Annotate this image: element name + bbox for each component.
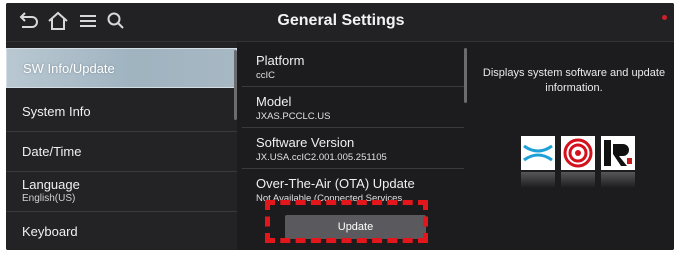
sidebar-item-label: Language (22, 177, 80, 192)
home-icon[interactable] (44, 7, 72, 35)
sidebar-item-label: SW Info/Update (23, 61, 115, 76)
red-dot-award-logo (561, 136, 595, 170)
settings-sidebar: SW Info/Update System Info Date/Time Lan… (6, 42, 237, 250)
info-row-platform: Platform ccIC (242, 48, 464, 87)
sidebar-item-sw-info-update[interactable]: SW Info/Update (6, 48, 237, 88)
info-label: Model (256, 94, 292, 109)
info-value: JXAS.PCCLC.US (256, 111, 331, 122)
info-row-model: Model JXAS.PCCLC.US (242, 89, 464, 128)
info-label: Software Version (256, 135, 355, 150)
info-value: JX.USA.ccIC2.001.005.251105 (256, 152, 387, 163)
sidebar-item-label: System Info (22, 104, 91, 119)
top-bar: General Settings (6, 3, 674, 42)
sidebar-item-label: Keyboard (22, 224, 78, 239)
info-label: Over-The-Air (OTA) Update (256, 176, 415, 191)
info-row-software-version: Software Version JX.USA.ccIC2.001.005.25… (242, 130, 464, 169)
sidebar-item-date-time[interactable]: Date/Time (6, 132, 237, 172)
sidebar-item-keyboard[interactable]: Keyboard (6, 212, 237, 250)
sidebar-item-system-info[interactable]: System Info (6, 92, 237, 132)
search-icon[interactable] (102, 7, 130, 35)
info-label: Platform (256, 53, 305, 68)
ir52-award-logo (601, 136, 635, 170)
description-panel: Displays system software and update info… (469, 42, 674, 250)
sidebar-item-sublabel: English(US) (22, 193, 76, 204)
page-title: General Settings (277, 12, 405, 29)
back-icon[interactable] (14, 7, 42, 35)
info-value: ccIC (256, 70, 275, 81)
status-indicator (662, 15, 667, 20)
description-text: Displays system software and update info… (482, 67, 666, 94)
sidebar-scrollbar[interactable] (234, 50, 237, 120)
menu-icon[interactable] (74, 7, 102, 35)
logo-reflection (521, 172, 555, 188)
logo-reflection (601, 172, 635, 188)
content-scrollbar[interactable] (464, 48, 467, 103)
sidebar-item-language[interactable]: Language English(US) (6, 172, 237, 212)
highlight-annotation (265, 200, 428, 243)
logo-reflection (561, 172, 595, 188)
bluetooth-sig-logo (521, 136, 555, 170)
sidebar-item-label: Date/Time (22, 144, 82, 159)
award-logos (521, 136, 641, 196)
